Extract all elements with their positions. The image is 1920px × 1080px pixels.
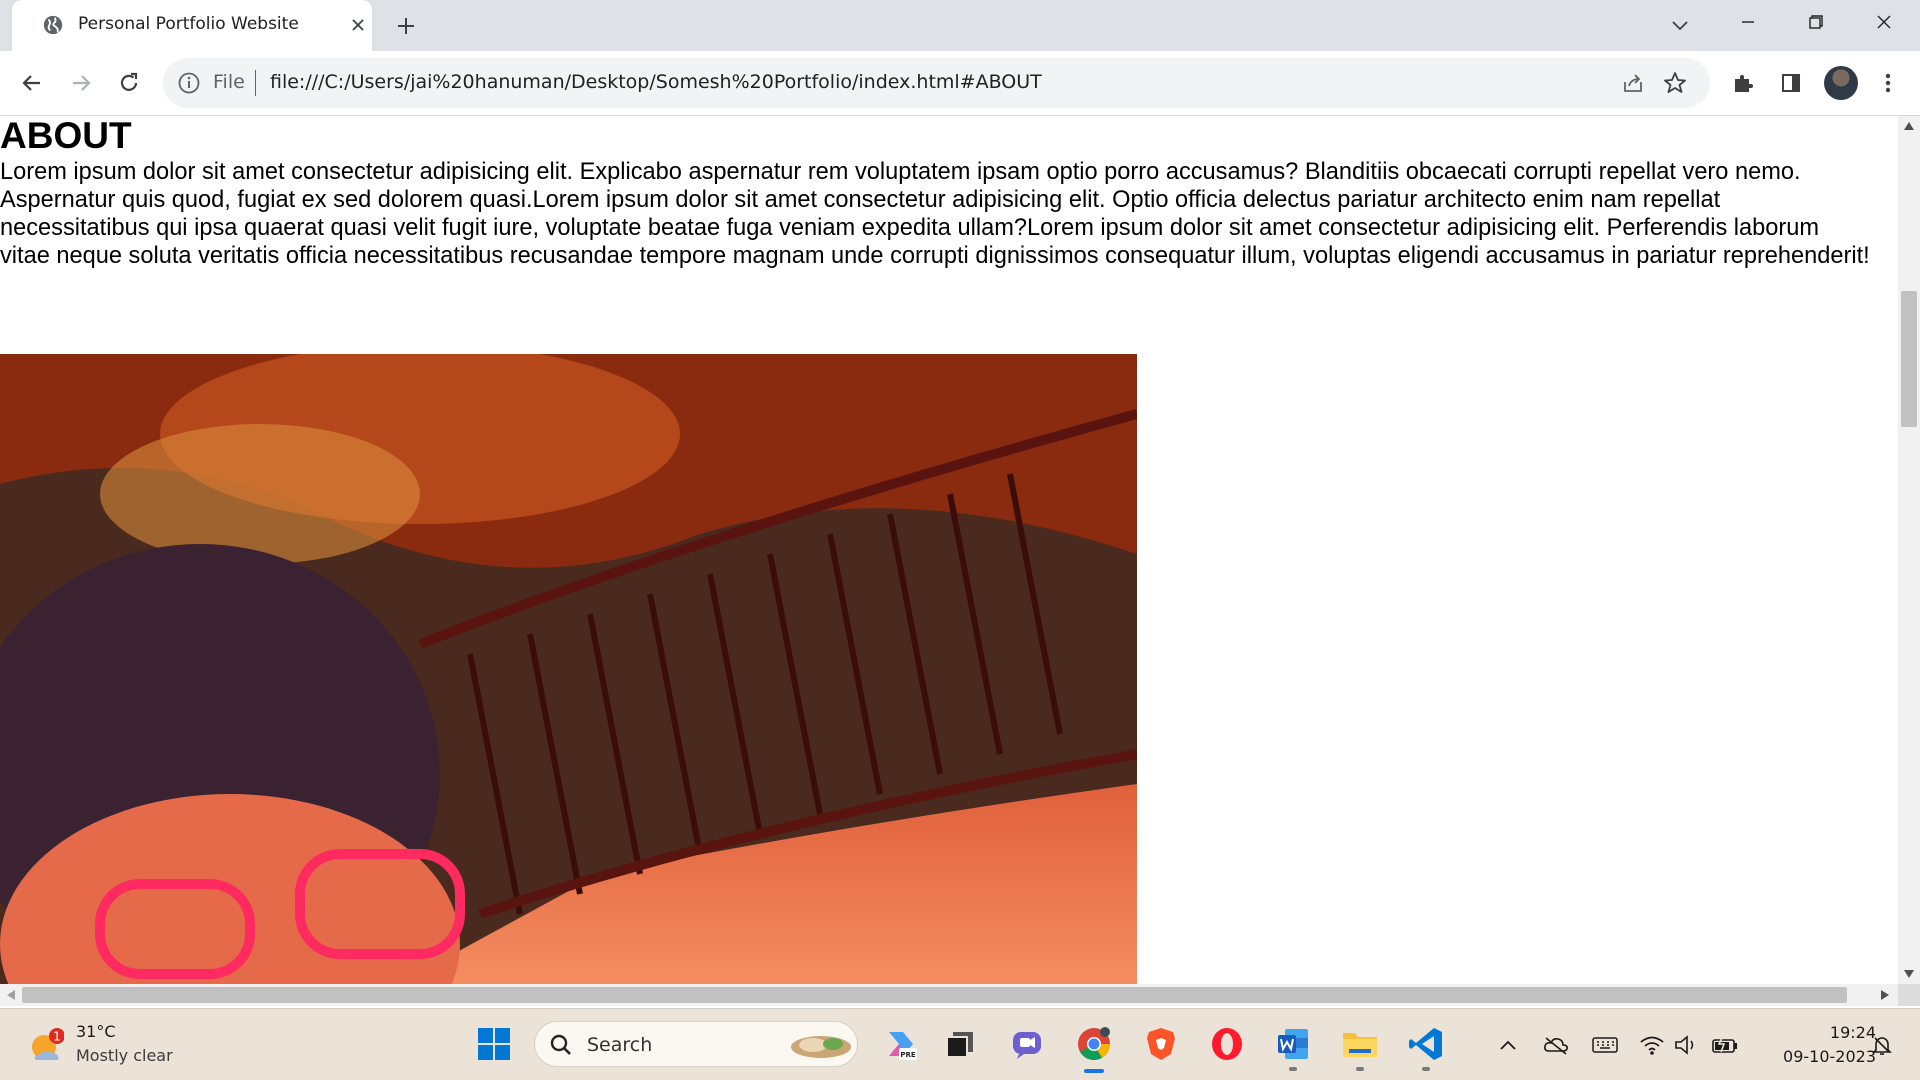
address-bar[interactable]: File file:///C:/Users/jai%20hanuman/Desk… <box>163 58 1710 108</box>
search-icon <box>550 1034 571 1055</box>
word-running-indicator <box>1289 1067 1297 1071</box>
chevron-up-icon[interactable] <box>1494 1031 1522 1059</box>
clock-date[interactable]: 09-10-2023 <box>1756 1047 1876 1066</box>
task-view-icon[interactable] <box>939 1023 981 1065</box>
page-viewport: ABOUT Lorem ipsum dolor sit amet consect… <box>0 116 1898 984</box>
vscode-icon[interactable] <box>1405 1023 1447 1071</box>
close-tab-icon[interactable] <box>346 13 370 37</box>
search-highlight-icon <box>791 1036 851 1058</box>
chrome-active-indicator <box>1084 1069 1104 1073</box>
tab-active[interactable]: Personal Portfolio Website <box>12 0 372 51</box>
scroll-right-arrow-icon[interactable] <box>1881 990 1889 1000</box>
tab-title: Personal Portfolio Website <box>78 14 299 34</box>
tab-strip: Personal Portfolio Website <box>0 0 1920 51</box>
vscode-running-indicator <box>1422 1067 1430 1071</box>
scroll-down-arrow-icon[interactable] <box>1904 970 1914 978</box>
scroll-up-arrow-icon[interactable] <box>1904 122 1914 130</box>
horizontal-scrollbar[interactable] <box>0 984 1898 1006</box>
clock-time[interactable]: 19:24 <box>1810 1023 1876 1042</box>
weather-condition: Mostly clear <box>76 1046 173 1065</box>
copilot-icon[interactable]: PRE <box>880 1023 922 1065</box>
chevron-down-icon[interactable] <box>1666 12 1694 40</box>
info-icon[interactable] <box>177 71 201 95</box>
back-icon[interactable] <box>17 68 47 98</box>
vertical-scroll-thumb[interactable] <box>1901 291 1917 427</box>
svg-text:PRE: PRE <box>900 1051 916 1059</box>
minimize-icon[interactable] <box>1714 0 1782 44</box>
scheme-label: File <box>213 71 245 93</box>
taskbar-search[interactable]: Search <box>534 1021 858 1067</box>
weather-sun-icon: 1 <box>32 1028 64 1060</box>
word-icon[interactable] <box>1272 1023 1314 1071</box>
share-icon[interactable] <box>1620 70 1646 96</box>
reload-icon[interactable] <box>114 68 144 98</box>
url-text[interactable]: file:///C:/Users/jai%20hanuman/Desktop/S… <box>270 71 1042 93</box>
brave-browser-icon[interactable] <box>1140 1023 1182 1065</box>
weather-badge-count: 1 <box>53 1030 61 1044</box>
close-window-icon[interactable] <box>1850 0 1918 44</box>
windows-start-icon[interactable] <box>473 1023 515 1065</box>
explorer-running-indicator <box>1356 1067 1364 1071</box>
profile-photo <box>0 354 1137 984</box>
search-label: Search <box>587 1034 653 1056</box>
about-heading: ABOUT <box>0 116 132 156</box>
vertical-scrollbar[interactable] <box>1898 116 1920 984</box>
more-menu-icon[interactable] <box>1873 68 1903 98</box>
teams-chat-icon[interactable] <box>1006 1023 1048 1065</box>
keyboard-icon[interactable] <box>1591 1031 1619 1059</box>
chrome-icon[interactable] <box>1073 1023 1115 1073</box>
globe-icon <box>43 15 63 35</box>
battery-icon[interactable] <box>1711 1031 1739 1059</box>
browser-toolbar: File file:///C:/Users/jai%20hanuman/Desk… <box>0 51 1920 116</box>
opera-browser-icon[interactable] <box>1206 1023 1248 1065</box>
scrollbar-corner <box>1898 984 1920 1006</box>
forward-icon[interactable] <box>66 68 96 98</box>
onedrive-icon[interactable] <box>1542 1031 1570 1059</box>
bookmark-star-icon[interactable] <box>1662 70 1688 96</box>
about-paragraph: Lorem ipsum dolor sit amet consectetur a… <box>0 159 1870 269</box>
weather-temperature: 31°C <box>76 1022 116 1041</box>
restore-icon[interactable] <box>1782 0 1850 44</box>
new-tab-icon[interactable] <box>392 12 420 40</box>
omnibox-divider <box>255 70 256 96</box>
windows-taskbar: 1 31°C Mostly clear Search PRE 19:24 09-… <box>0 1008 1920 1080</box>
profile-avatar[interactable] <box>1824 66 1858 100</box>
wifi-icon[interactable] <box>1638 1031 1666 1059</box>
scroll-left-arrow-icon[interactable] <box>7 990 15 1000</box>
volume-icon[interactable] <box>1672 1031 1700 1059</box>
horizontal-scroll-thumb[interactable] <box>22 987 1847 1003</box>
notification-bell-icon[interactable] <box>1868 1031 1896 1059</box>
file-explorer-icon[interactable] <box>1339 1023 1381 1071</box>
side-panel-icon[interactable] <box>1776 68 1806 98</box>
extensions-puzzle-icon[interactable] <box>1728 68 1758 98</box>
